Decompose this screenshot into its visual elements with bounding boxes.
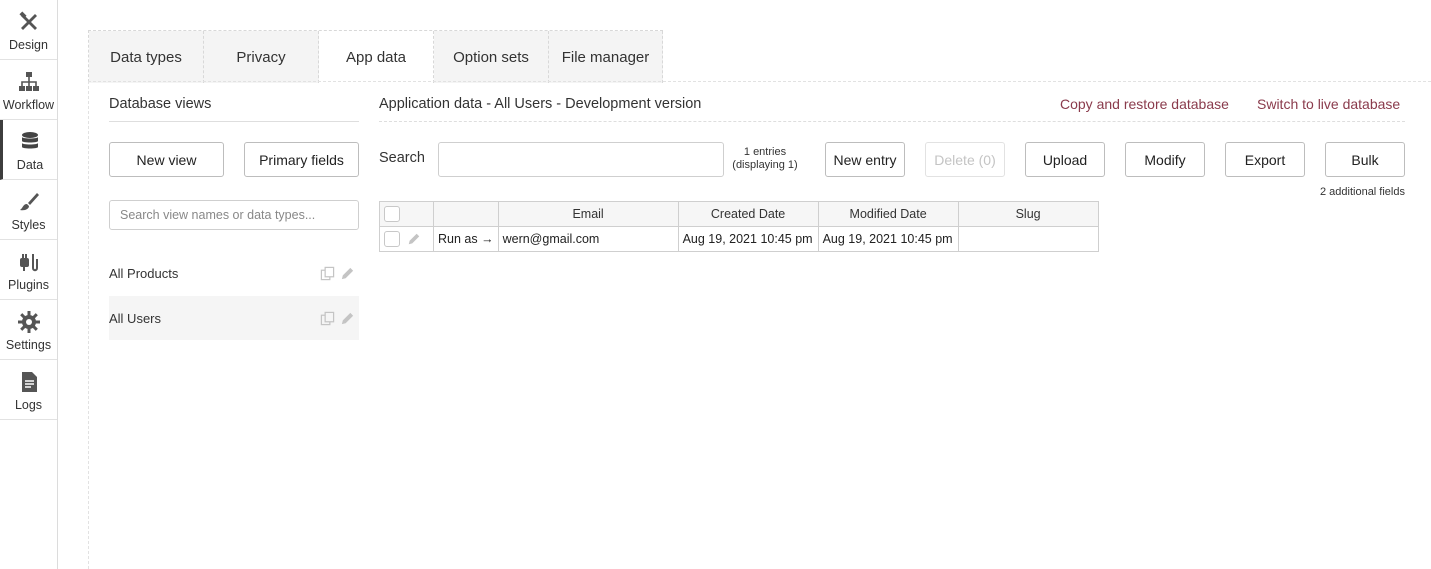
search-input[interactable] bbox=[438, 142, 724, 177]
tab-option-sets[interactable]: Option sets bbox=[434, 31, 549, 83]
new-entry-button[interactable]: New entry bbox=[825, 142, 905, 177]
sidebar-item-label: Settings bbox=[5, 338, 52, 352]
database-views-title: Database views bbox=[109, 96, 212, 112]
copy-icon[interactable] bbox=[319, 310, 335, 326]
row-checkbox[interactable] bbox=[384, 231, 400, 247]
tab-file-manager[interactable]: File manager bbox=[549, 31, 663, 83]
gear-icon bbox=[17, 310, 41, 334]
tab-label: File manager bbox=[561, 48, 650, 66]
bulk-button[interactable]: Bulk bbox=[1325, 142, 1405, 177]
select-all-checkbox[interactable] bbox=[384, 206, 400, 222]
sidebar-item-plugins[interactable]: Plugins bbox=[0, 240, 57, 300]
sidebar-item-settings[interactable]: Settings bbox=[0, 300, 57, 360]
sidebar-item-label: Workflow bbox=[2, 98, 55, 112]
page-title: Application data - All Users - Developme… bbox=[379, 96, 702, 112]
tab-privacy[interactable]: Privacy bbox=[204, 31, 319, 83]
workflow-icon bbox=[17, 70, 41, 94]
tab-app-data[interactable]: App data bbox=[319, 31, 434, 83]
new-view-button[interactable]: New view bbox=[109, 142, 224, 177]
cell-modified-date[interactable]: Aug 19, 2021 10:45 pm bbox=[817, 226, 959, 252]
cell-slug[interactable] bbox=[957, 226, 1099, 252]
sidebar-item-label: Logs bbox=[14, 398, 43, 412]
plug-icon bbox=[17, 250, 41, 274]
additional-fields-note: 2 additional fields bbox=[1319, 186, 1405, 198]
sidebar-item-logs[interactable]: Logs bbox=[0, 360, 57, 420]
view-item-all-products[interactable]: All Products bbox=[109, 251, 359, 295]
copy-restore-database-link[interactable]: Copy and restore database bbox=[1060, 96, 1229, 112]
sidebar-item-label: Plugins bbox=[8, 278, 49, 292]
data-tabs: Data types Privacy App data Option sets … bbox=[88, 30, 663, 83]
left-sidebar: Design Workflow Data Styles Plugins Sett… bbox=[0, 0, 58, 569]
column-header-email[interactable]: Email bbox=[497, 201, 679, 227]
sidebar-item-design[interactable]: Design bbox=[0, 0, 57, 60]
app-data-table: Email Created Date Modified Date Slug Ru… bbox=[379, 201, 1099, 252]
search-views-input[interactable] bbox=[109, 200, 359, 230]
modify-button[interactable]: Modify bbox=[1125, 142, 1205, 177]
database-icon bbox=[18, 130, 42, 154]
view-item-label: All Users bbox=[109, 310, 162, 326]
sidebar-item-styles[interactable]: Styles bbox=[0, 180, 57, 240]
export-button[interactable]: Export bbox=[1225, 142, 1305, 177]
sidebar-item-data[interactable]: Data bbox=[0, 120, 57, 180]
copy-icon[interactable] bbox=[319, 265, 335, 281]
edit-pencil-icon[interactable] bbox=[406, 231, 422, 247]
sidebar-item-label: Design bbox=[9, 38, 48, 52]
document-icon bbox=[17, 370, 41, 394]
table-row: Run as → wern@gmail.com Aug 19, 2021 10:… bbox=[379, 226, 1099, 252]
run-as-header bbox=[433, 201, 499, 227]
edit-pencil-icon[interactable] bbox=[339, 310, 355, 326]
row-select-cell bbox=[379, 226, 434, 252]
divider bbox=[379, 121, 1405, 122]
entries-displaying-line: (displaying 1) bbox=[732, 159, 798, 171]
brush-icon bbox=[17, 190, 41, 214]
run-as-link[interactable]: Run as → bbox=[433, 226, 499, 252]
entries-count-line: 1 entries bbox=[743, 146, 787, 158]
design-icon bbox=[17, 10, 41, 34]
column-header-modified-date[interactable]: Modified Date bbox=[817, 201, 959, 227]
sidebar-item-label: Styles bbox=[11, 218, 46, 232]
tab-label: Option sets bbox=[453, 48, 529, 66]
view-item-all-users[interactable]: All Users bbox=[109, 296, 359, 340]
tab-data-types[interactable]: Data types bbox=[89, 31, 204, 83]
column-header-slug[interactable]: Slug bbox=[957, 201, 1099, 227]
tab-label: Privacy bbox=[236, 48, 286, 66]
table-header-row: Email Created Date Modified Date Slug bbox=[379, 201, 1099, 227]
delete-button[interactable]: Delete (0) bbox=[925, 142, 1005, 177]
sidebar-item-label: Data bbox=[16, 158, 44, 172]
tab-label: App data bbox=[345, 48, 407, 66]
cell-created-date[interactable]: Aug 19, 2021 10:45 pm bbox=[677, 226, 819, 252]
primary-fields-button[interactable]: Primary fields bbox=[244, 142, 359, 177]
entries-count: 1 entries (displaying 1) bbox=[725, 146, 805, 172]
divider bbox=[109, 121, 359, 122]
tab-label: Data types bbox=[110, 48, 182, 66]
cell-email[interactable]: wern@gmail.com bbox=[497, 226, 679, 252]
switch-live-database-link[interactable]: Switch to live database bbox=[1257, 96, 1400, 112]
select-all-header bbox=[379, 201, 434, 227]
upload-button[interactable]: Upload bbox=[1025, 142, 1105, 177]
edit-pencil-icon[interactable] bbox=[339, 265, 355, 281]
sidebar-item-workflow[interactable]: Workflow bbox=[0, 60, 57, 120]
view-item-label: All Products bbox=[109, 265, 179, 281]
column-header-created-date[interactable]: Created Date bbox=[677, 201, 819, 227]
search-label: Search bbox=[379, 150, 425, 166]
